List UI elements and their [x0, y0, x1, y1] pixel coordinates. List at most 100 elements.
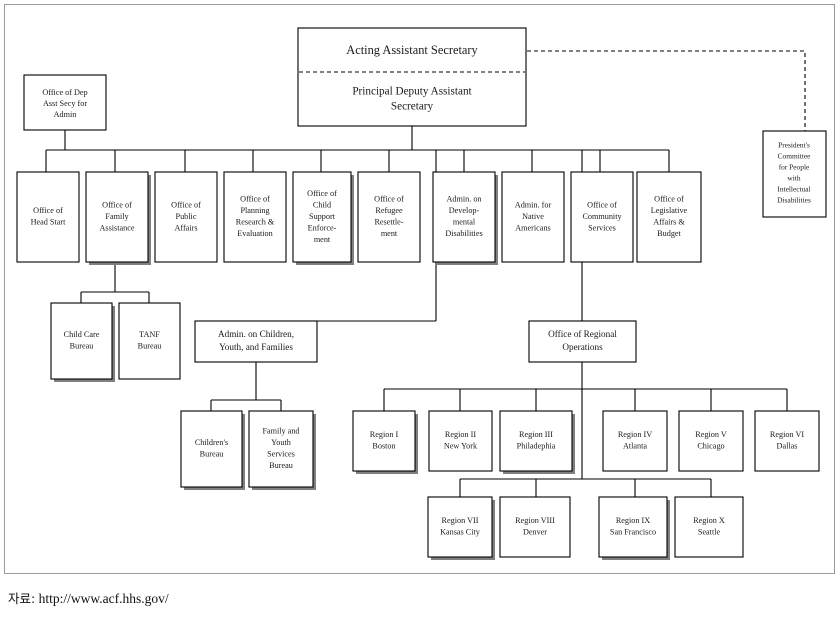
- label-admin-children-youth-families-line2: Youth, and Families: [219, 342, 293, 352]
- label-admin-children-youth-families-line1: Admin. on Children,: [218, 329, 294, 339]
- label-region-8-line2: Denver: [523, 528, 547, 537]
- label-region-3-line1: Region III: [519, 430, 553, 439]
- label-admin-developmental-disabilities-line1: Admin. on: [446, 195, 481, 204]
- label-office-regional-operations-line2: Operations: [562, 342, 603, 352]
- label-admin-native-americans-line1: Admin. for: [515, 200, 552, 209]
- label-office-legislative-affairs-budget-line3: Affairs &: [653, 218, 685, 227]
- label-childrens-bureau-line1: Children's: [195, 438, 228, 447]
- level3-bureaus-group: Child Care Bureau TANF Bureau: [50, 302, 181, 382]
- box-office-planning-research-evaluation[interactable]: Office of Planning Research & Evaluation: [223, 171, 287, 263]
- box-childrens-bureau[interactable]: Children's Bureau: [180, 410, 245, 490]
- regions-row2-group: Region VIIKansas CityRegion VIIIDenverRe…: [427, 496, 744, 560]
- label-childrens-bureau-line2: Bureau: [200, 450, 224, 459]
- box-region-9[interactable]: Region IX San Francisco: [598, 496, 670, 560]
- box-office-regional-operations[interactable]: Office of Regional Operations: [528, 320, 637, 363]
- label-child-care-bureau-line2: Bureau: [70, 342, 94, 351]
- label-office-child-support-enforcement-line1: Office of: [307, 189, 337, 198]
- box-region-2[interactable]: Region II New York: [428, 410, 493, 472]
- source-url: http://www.acf.hhs.gov/: [38, 591, 169, 606]
- label-office-child-support-enforcement-line3: Support: [309, 212, 336, 221]
- label-office-child-support-enforcement-line5: ment: [314, 235, 331, 244]
- label-office-public-affairs-line2: Public: [176, 212, 197, 221]
- label-region-1-line1: Region I: [370, 430, 399, 439]
- box-region-4[interactable]: Region IV Atlanta: [602, 410, 668, 472]
- label-region-4-line1: Region IV: [618, 430, 652, 439]
- label-presidents-committee-line1: President's: [778, 141, 810, 150]
- box-presidents-committee[interactable]: President's Committee for People with In…: [762, 130, 827, 218]
- label-office-child-support-enforcement-line2: Child: [313, 200, 331, 209]
- label-admin-native-americans-line2: Native: [522, 212, 544, 221]
- label-office-family-assistance-line3: Assistance: [99, 223, 134, 232]
- label-region-5-line2: Chicago: [697, 442, 724, 451]
- label-office-community-services-line1: Office of: [587, 200, 617, 209]
- label-region-7-line2: Kansas City: [440, 528, 481, 537]
- label-presidents-committee-line4: with: [787, 174, 800, 183]
- acyf-group: Admin. on Children, Youth, and Families: [194, 320, 318, 363]
- box-admin-native-americans[interactable]: Admin. for Native Americans: [501, 171, 565, 263]
- box-office-head-start[interactable]: Office of Head Start: [16, 171, 80, 263]
- label-office-public-affairs-line3: Affairs: [174, 223, 197, 232]
- level2-offices-group: Office of Head Start Office of Family Assist…: [16, 171, 702, 265]
- label-office-regional-operations-line1: Office of Regional: [548, 329, 617, 339]
- label-admin-native-americans-line3: Americans: [515, 223, 550, 232]
- box-office-dep-asst-secy-admin[interactable]: Office of Dep Asst Secy for Admin: [23, 74, 107, 131]
- label-office-child-support-enforcement-line4: Enforce-: [308, 223, 337, 232]
- box-admin-developmental-disabilities[interactable]: Admin. on Develop-mental Disabilities: [432, 171, 498, 265]
- box-tanf-bureau[interactable]: TANF Bureau: [118, 302, 181, 380]
- box-office-community-services[interactable]: Office of Community Services: [570, 171, 634, 263]
- box-acting-assistant-secretary[interactable]: Acting Assistant Secretary Principal Dep…: [297, 27, 527, 127]
- box-office-legislative-affairs-budget[interactable]: Office of Legislative Affairs & Budget: [636, 171, 702, 263]
- box-region-1[interactable]: Region I Boston: [352, 410, 418, 474]
- label-office-legislative-affairs-budget-line2: Legislative: [651, 206, 688, 215]
- box-office-child-support-enforcement[interactable]: Office of Child Support Enforce-ment: [292, 171, 354, 265]
- box-region-7[interactable]: Region VII Kansas City: [427, 496, 495, 560]
- label-admin-developmental-disabilities-line4: Disabilities: [445, 229, 482, 238]
- label-office-public-affairs-line1: Office of: [171, 200, 201, 209]
- box-region-6[interactable]: Region VI Dallas: [754, 410, 820, 472]
- label-principal-deputy-line2: Secretary: [391, 101, 434, 113]
- label-principal-deputy-line1: Principal Deputy Assistant: [352, 86, 472, 98]
- label-region-10-line2: Seattle: [698, 528, 721, 537]
- label-office-legislative-affairs-budget-line1: Office of: [654, 195, 684, 204]
- label-family-youth-services-bureau-line3: Services: [267, 450, 295, 459]
- label-office-refugee-resettlement-line2: Refugee: [375, 206, 403, 215]
- label-family-youth-services-bureau-line4: Bureau: [269, 461, 293, 470]
- label-office-planning-research-evaluation-line2: Planning: [240, 206, 269, 215]
- label-office-head-start-line2: Head Start: [31, 218, 67, 227]
- regional-operations-group: Office of Regional Operations: [528, 320, 637, 363]
- box-region-8[interactable]: Region VIII Denver: [499, 496, 571, 558]
- box-region-5[interactable]: Region V Chicago: [678, 410, 744, 472]
- label-region-2-line1: Region II: [445, 430, 476, 439]
- label-tanf-bureau-line1: TANF: [139, 330, 160, 339]
- box-office-public-affairs[interactable]: Office of Public Affairs: [154, 171, 218, 263]
- label-family-youth-services-bureau-line2: Youth: [271, 438, 291, 447]
- source-note: 자료: http://www.acf.hhs.gov/: [8, 588, 169, 607]
- box-office-family-assistance[interactable]: Office of Family Assistance: [85, 171, 151, 265]
- label-presidents-committee-line6: Disabilities: [777, 196, 811, 205]
- label-office-family-assistance-line2: Family: [105, 212, 129, 221]
- label-office-community-services-line2: Community: [582, 212, 622, 221]
- label-office-refugee-resettlement-line3: Resettle-: [374, 218, 403, 227]
- label-region-9-line2: San Francisco: [610, 528, 656, 537]
- label-region-5-line1: Region V: [695, 430, 727, 439]
- label-region-3-line2: Philadephia: [517, 442, 556, 451]
- label-region-8-line1: Region VIII: [515, 516, 555, 525]
- box-family-youth-services-bureau[interactable]: Family and Youth Services Bureau: [248, 410, 316, 490]
- box-child-care-bureau[interactable]: Child Care Bureau: [50, 302, 115, 382]
- label-office-planning-research-evaluation-line4: Evaluation: [237, 229, 272, 238]
- box-admin-children-youth-families[interactable]: Admin. on Children, Youth, and Families: [194, 320, 318, 363]
- box-region-3[interactable]: Region III Philadephia: [499, 410, 575, 474]
- label-admin-developmental-disabilities-line2: Develop-: [449, 206, 480, 215]
- label-family-youth-services-bureau-line1: Family and: [262, 427, 299, 436]
- label-region-4-line2: Atlanta: [623, 442, 647, 451]
- label-acting-assistant-secretary: Acting Assistant Secretary: [346, 43, 478, 57]
- label-office-planning-research-evaluation-line3: Research &: [236, 218, 275, 227]
- label-dep-asst-secy-line2: Asst Secy for: [43, 99, 87, 108]
- label-dep-asst-secy-line1: Office of Dep: [42, 88, 87, 97]
- label-office-planning-research-evaluation-line1: Office of: [240, 195, 270, 204]
- label-office-community-services-line3: Services: [588, 223, 616, 232]
- regions-row1-group: Region IBostonRegion IINew YorkRegion II…: [352, 410, 820, 474]
- box-office-refugee-resettlement[interactable]: Office of Refugee Resettle-ment: [357, 171, 421, 263]
- label-presidents-committee-line3: for People: [779, 163, 810, 172]
- box-region-10[interactable]: Region X Seattle: [674, 496, 744, 558]
